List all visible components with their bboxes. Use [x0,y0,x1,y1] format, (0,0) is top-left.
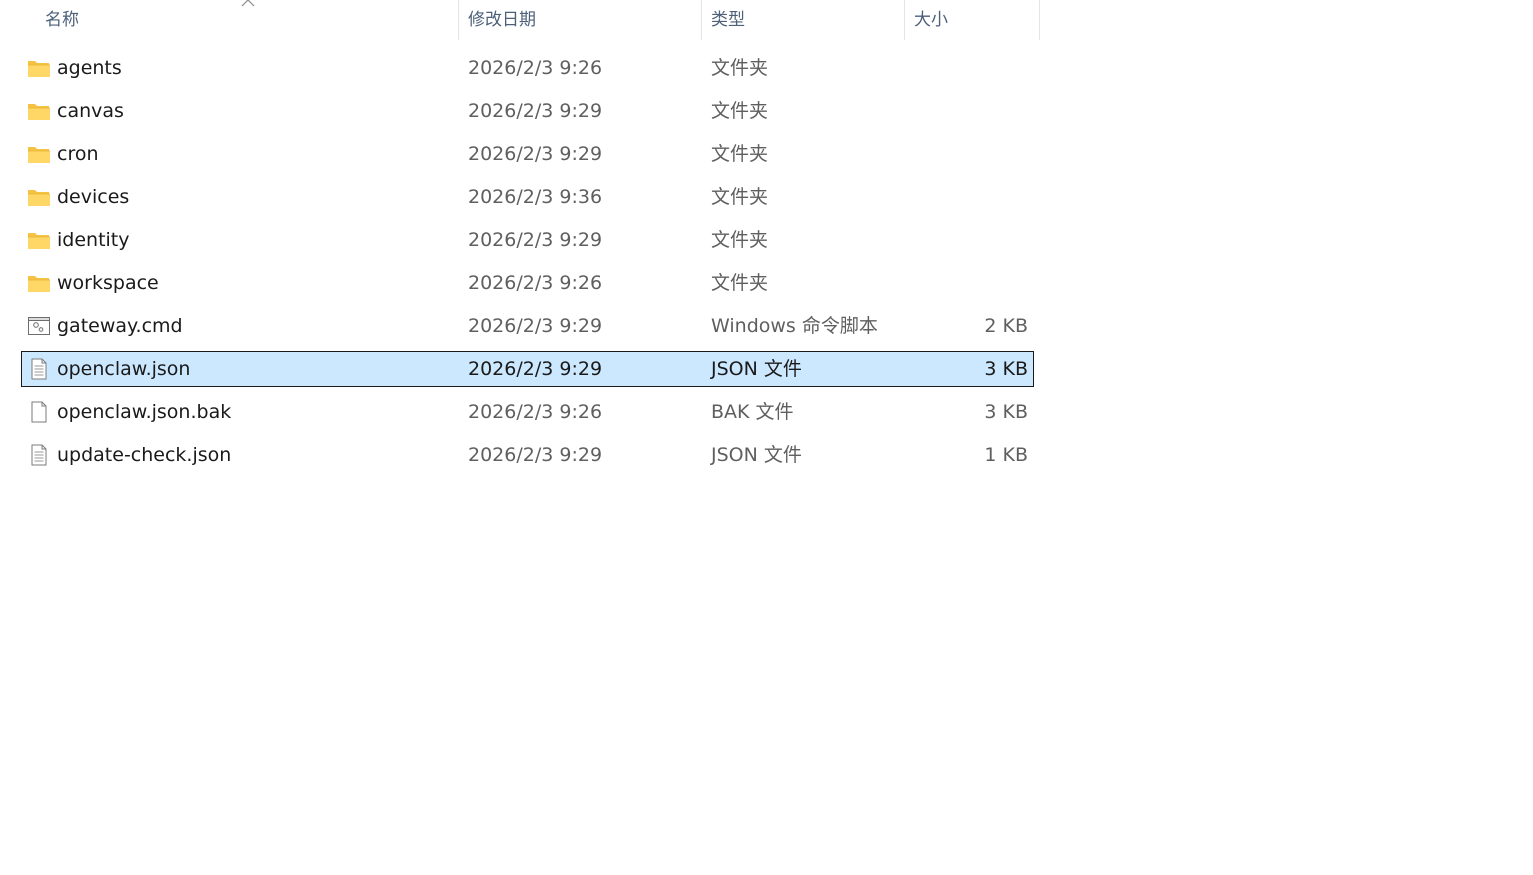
file-type: JSON 文件 [711,358,802,380]
file-date-modified: 2026/2/3 9:29 [468,358,603,380]
file-size: 3 KB [984,358,1028,380]
file-date-modified: 2026/2/3 9:26 [468,272,603,294]
file-name: openclaw.json.bak [57,401,232,423]
folder-icon [27,272,51,294]
file-type: 文件夹 [711,143,769,165]
file-name: canvas [57,100,124,122]
file-size: 1 KB [984,444,1028,466]
file-name: openclaw.json [57,358,191,380]
file-date-modified: 2026/2/3 9:29 [468,444,603,466]
cmd-script-icon [27,315,51,337]
file-type: 文件夹 [711,229,769,251]
file-name: update-check.json [57,444,232,466]
file-date-modified: 2026/2/3 9:29 [468,229,603,251]
file-type: Windows 命令脚本 [711,315,878,337]
file-row[interactable]: workspace 2026/2/3 9:26 文件夹 [0,262,1040,305]
blank-file-icon [27,401,51,423]
column-header-size[interactable]: 大小 [904,0,1040,40]
text-file-icon [27,358,51,380]
file-type: 文件夹 [711,100,769,122]
folder-icon [27,229,51,251]
folder-icon [27,186,51,208]
folder-icon [27,100,51,122]
file-name: agents [57,57,122,79]
file-type: 文件夹 [711,186,769,208]
file-name: identity [57,229,130,251]
file-date-modified: 2026/2/3 9:29 [468,315,603,337]
file-list: agents 2026/2/3 9:26 文件夹 canvas 2026/2/3 9:2… [0,47,1040,477]
text-file-icon [27,444,51,466]
column-header-type[interactable]: 类型 [701,0,904,40]
file-name: devices [57,186,130,208]
file-type: 文件夹 [711,57,769,79]
file-row[interactable]: canvas 2026/2/3 9:29 文件夹 [0,90,1040,133]
file-row[interactable]: gateway.cmd 2026/2/3 9:29 Windows 命令脚本 2 KB [0,305,1040,348]
column-header-bar: 名称 修改日期 类型 大小 [0,0,1040,40]
file-size: 3 KB [984,401,1028,423]
file-date-modified: 2026/2/3 9:29 [468,100,603,122]
file-row[interactable]: openclaw.json.bak 2026/2/3 9:26 BAK 文件 3 KB [0,391,1040,434]
file-row[interactable]: openclaw.json 2026/2/3 9:29 JSON 文件 3 KB [0,348,1040,391]
file-name: gateway.cmd [57,315,183,337]
file-name: cron [57,143,99,165]
column-header-name[interactable]: 名称 [36,0,458,40]
file-name: workspace [57,272,159,294]
file-date-modified: 2026/2/3 9:29 [468,143,603,165]
file-row[interactable]: cron 2026/2/3 9:29 文件夹 [0,133,1040,176]
file-type: 文件夹 [711,272,769,294]
file-row[interactable]: identity 2026/2/3 9:29 文件夹 [0,219,1040,262]
folder-icon [27,57,51,79]
file-row[interactable]: devices 2026/2/3 9:36 文件夹 [0,176,1040,219]
column-header-date-modified[interactable]: 修改日期 [458,0,701,40]
file-date-modified: 2026/2/3 9:26 [468,401,603,423]
file-size: 2 KB [984,315,1028,337]
file-type: BAK 文件 [711,401,794,423]
file-row[interactable]: update-check.json 2026/2/3 9:29 JSON 文件 1 K… [0,434,1040,477]
file-date-modified: 2026/2/3 9:26 [468,57,603,79]
file-date-modified: 2026/2/3 9:36 [468,186,603,208]
file-explorer: 名称 修改日期 类型 大小 agents 2026/2/3 9:26 文件夹 canv… [0,0,1533,875]
file-type: JSON 文件 [711,444,802,466]
folder-icon [27,143,51,165]
file-row[interactable]: agents 2026/2/3 9:26 文件夹 [0,47,1040,90]
